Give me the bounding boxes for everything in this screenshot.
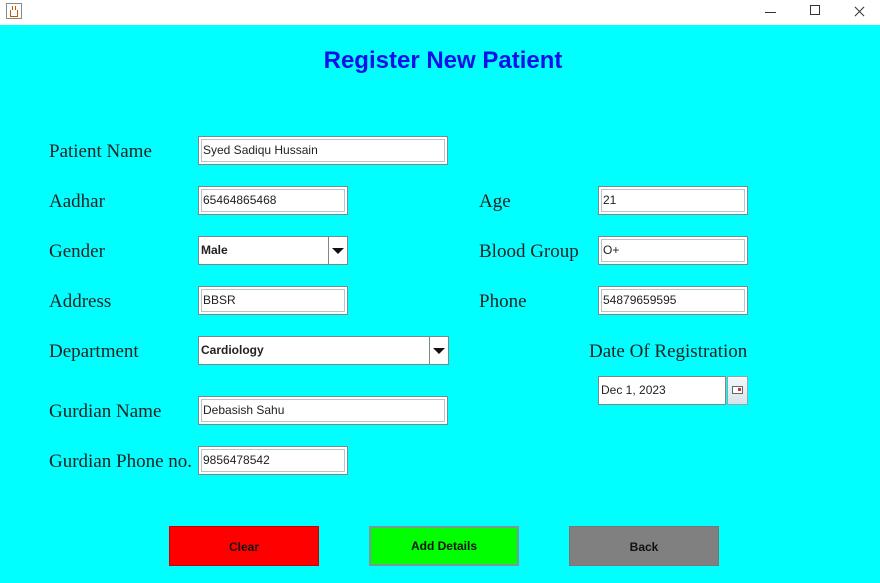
window-titlebar [0,0,880,25]
patient-name-label: Patient Name [49,141,152,162]
aadhar-field[interactable]: 65464865468 [198,186,348,215]
gurdian-phone-field[interactable]: 9856478542 [198,446,348,475]
age-field[interactable]: 21 [598,186,748,215]
maximize-icon [810,5,820,15]
gurdian-name-value: Debasish Sahu [201,399,445,422]
close-button[interactable] [836,0,880,25]
address-field[interactable]: BBSR [198,286,348,315]
calendar-icon [732,386,743,394]
department-dropdown[interactable]: Cardiology [198,336,449,365]
gender-dropdown-arrow[interactable] [328,237,347,264]
patient-name-value: Syed Sadiqu Hussain [201,139,445,162]
aadhar-label: Aadhar [49,191,105,212]
gurdian-phone-value: 9856478542 [201,449,345,472]
back-button[interactable]: Back [569,526,719,566]
java-cup-icon [6,3,22,19]
gurdian-name-label: Gurdian Name [49,401,162,422]
phone-field[interactable]: 54879659595 [598,286,748,315]
address-label: Address [49,291,112,312]
age-value: 21 [601,189,745,212]
form-title: Register New Patient [323,47,563,74]
date-picker-button[interactable] [727,376,748,405]
address-value: BBSR [201,289,345,312]
clear-button[interactable]: Clear [169,526,319,566]
age-label: Age [479,191,511,212]
phone-label: Phone [479,291,527,312]
department-dropdown-arrow[interactable] [429,337,448,364]
blood-group-field[interactable]: O+ [598,236,748,265]
department-label: Department [49,341,139,362]
gender-dropdown[interactable]: Male [198,236,348,265]
patient-name-field[interactable]: Syed Sadiqu Hussain [198,136,448,165]
gurdian-phone-label: Gurdian Phone no. [49,451,193,472]
blood-group-label: Blood Group [479,241,579,262]
gender-selected: Male [201,243,228,257]
add-details-button[interactable]: Add Details [369,526,519,566]
minimize-button[interactable] [748,0,794,25]
blood-group-value: O+ [601,239,745,262]
date-of-registration-field[interactable]: Dec 1, 2023 [598,376,726,405]
minimize-icon [765,12,776,13]
chevron-down-icon [332,248,344,254]
gurdian-name-field[interactable]: Debasish Sahu [198,396,448,425]
maximize-button[interactable] [792,0,838,25]
date-of-registration-label: Date Of Registration [589,341,748,362]
gender-label: Gender [49,241,105,262]
chevron-down-icon [433,348,445,354]
phone-value: 54879659595 [601,289,745,312]
aadhar-value: 65464865468 [201,189,345,212]
department-selected: Cardiology [201,343,264,357]
